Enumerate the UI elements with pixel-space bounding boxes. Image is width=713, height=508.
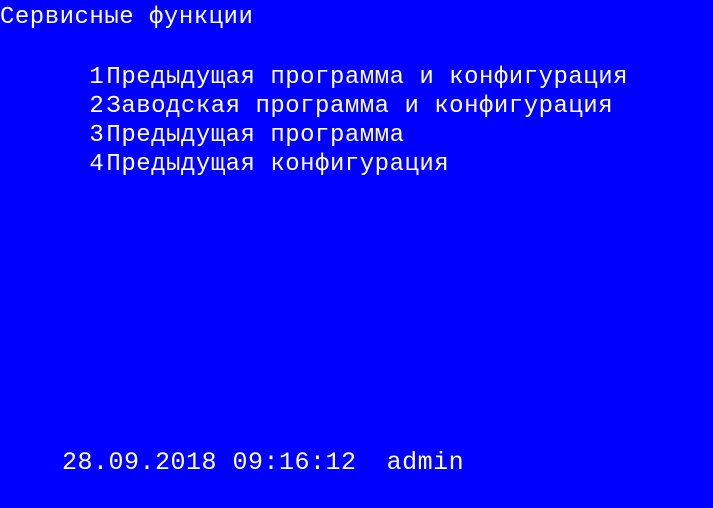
menu-item-label: Предыдущая программа [106,122,405,149]
service-menu: 1Предыдущая программа и конфигурация 2За… [0,33,628,178]
menu-item-number: 2 [89,93,105,120]
status-user: admin [386,448,465,477]
menu-item-number: 1 [89,64,105,91]
service-functions-screen: Сервисные функции 1Предыдущая программа … [0,0,713,477]
menu-item-label: Заводская программа и конфигурация [106,93,614,120]
menu-item-label: Предыдущая программа и конфигурация [106,64,629,91]
menu-item-label: Предыдущая конфигурация [106,151,450,178]
screen-title: Сервисные функции [0,4,254,31]
menu-item-number: 3 [89,122,105,149]
menu-item-previous-program-and-config[interactable]: 1Предыдущая программа и конфигурация [0,33,628,91]
status-datetime: 28.09.2018 09:16:12 [62,448,357,477]
menu-item-number: 4 [89,151,105,178]
status-bar: 28.09.2018 09:16:12 admin [0,418,464,508]
